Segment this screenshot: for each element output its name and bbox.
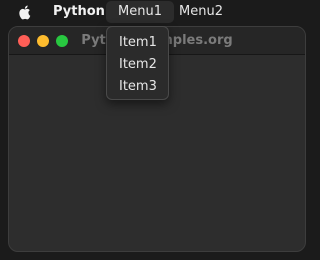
menu-bar: Python Menu1 Menu2 xyxy=(0,0,315,24)
app-menu-python[interactable]: Python xyxy=(53,4,105,20)
menu1-dropdown: Item1 Item2 Item3 xyxy=(106,26,169,100)
menu-menu2[interactable]: Menu2 xyxy=(167,1,235,23)
menu-item-item3[interactable]: Item3 xyxy=(119,79,157,95)
menu-menu1[interactable]: Menu1 xyxy=(106,1,174,23)
apple-icon[interactable] xyxy=(16,3,34,21)
menu-item-item2[interactable]: Item2 xyxy=(119,57,157,73)
menu-item-item1[interactable]: Item1 xyxy=(119,35,157,51)
